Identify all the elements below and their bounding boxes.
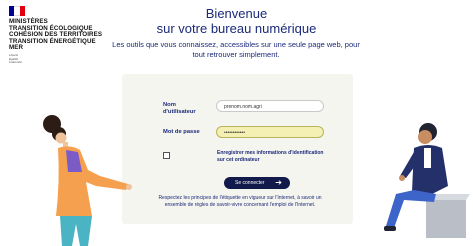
username-label: Nom d'utilisateur [163,102,196,115]
username-field[interactable]: prenom.nom.agri [216,100,324,112]
ministry-line: MER [9,44,24,52]
motto-line: Fraternité [9,60,22,65]
login-button-label: Se connecter [235,180,265,186]
login-panel: Nom d'utilisateur prenom.nom.agri Mot de… [122,74,353,224]
netiquette-note: Respectez les principes de l'étiquette e… [158,195,322,208]
page-title: Bienvenue [205,6,268,21]
man-illustration [384,123,470,238]
woman-illustration [43,115,132,246]
login-button[interactable]: Se connecter ➔ [224,177,290,189]
arrow-right-icon: ➔ [275,178,282,187]
password-label: Mot de passe [163,129,200,135]
page-subtitle: Les outils que vous connaissez, accessib… [112,40,360,59]
ministry-line: TRANSITION ÉNERGÉTIQUE [9,37,96,45]
remember-checkbox[interactable] [163,152,170,159]
page-title-line2: sur votre bureau numérique [156,21,317,36]
remember-label: Enregistrer mes informations d'identific… [217,150,324,163]
password-field[interactable]: •••••••••••• [216,126,324,138]
republic-motto: Liberté Égalité Fraternité [9,53,119,65]
